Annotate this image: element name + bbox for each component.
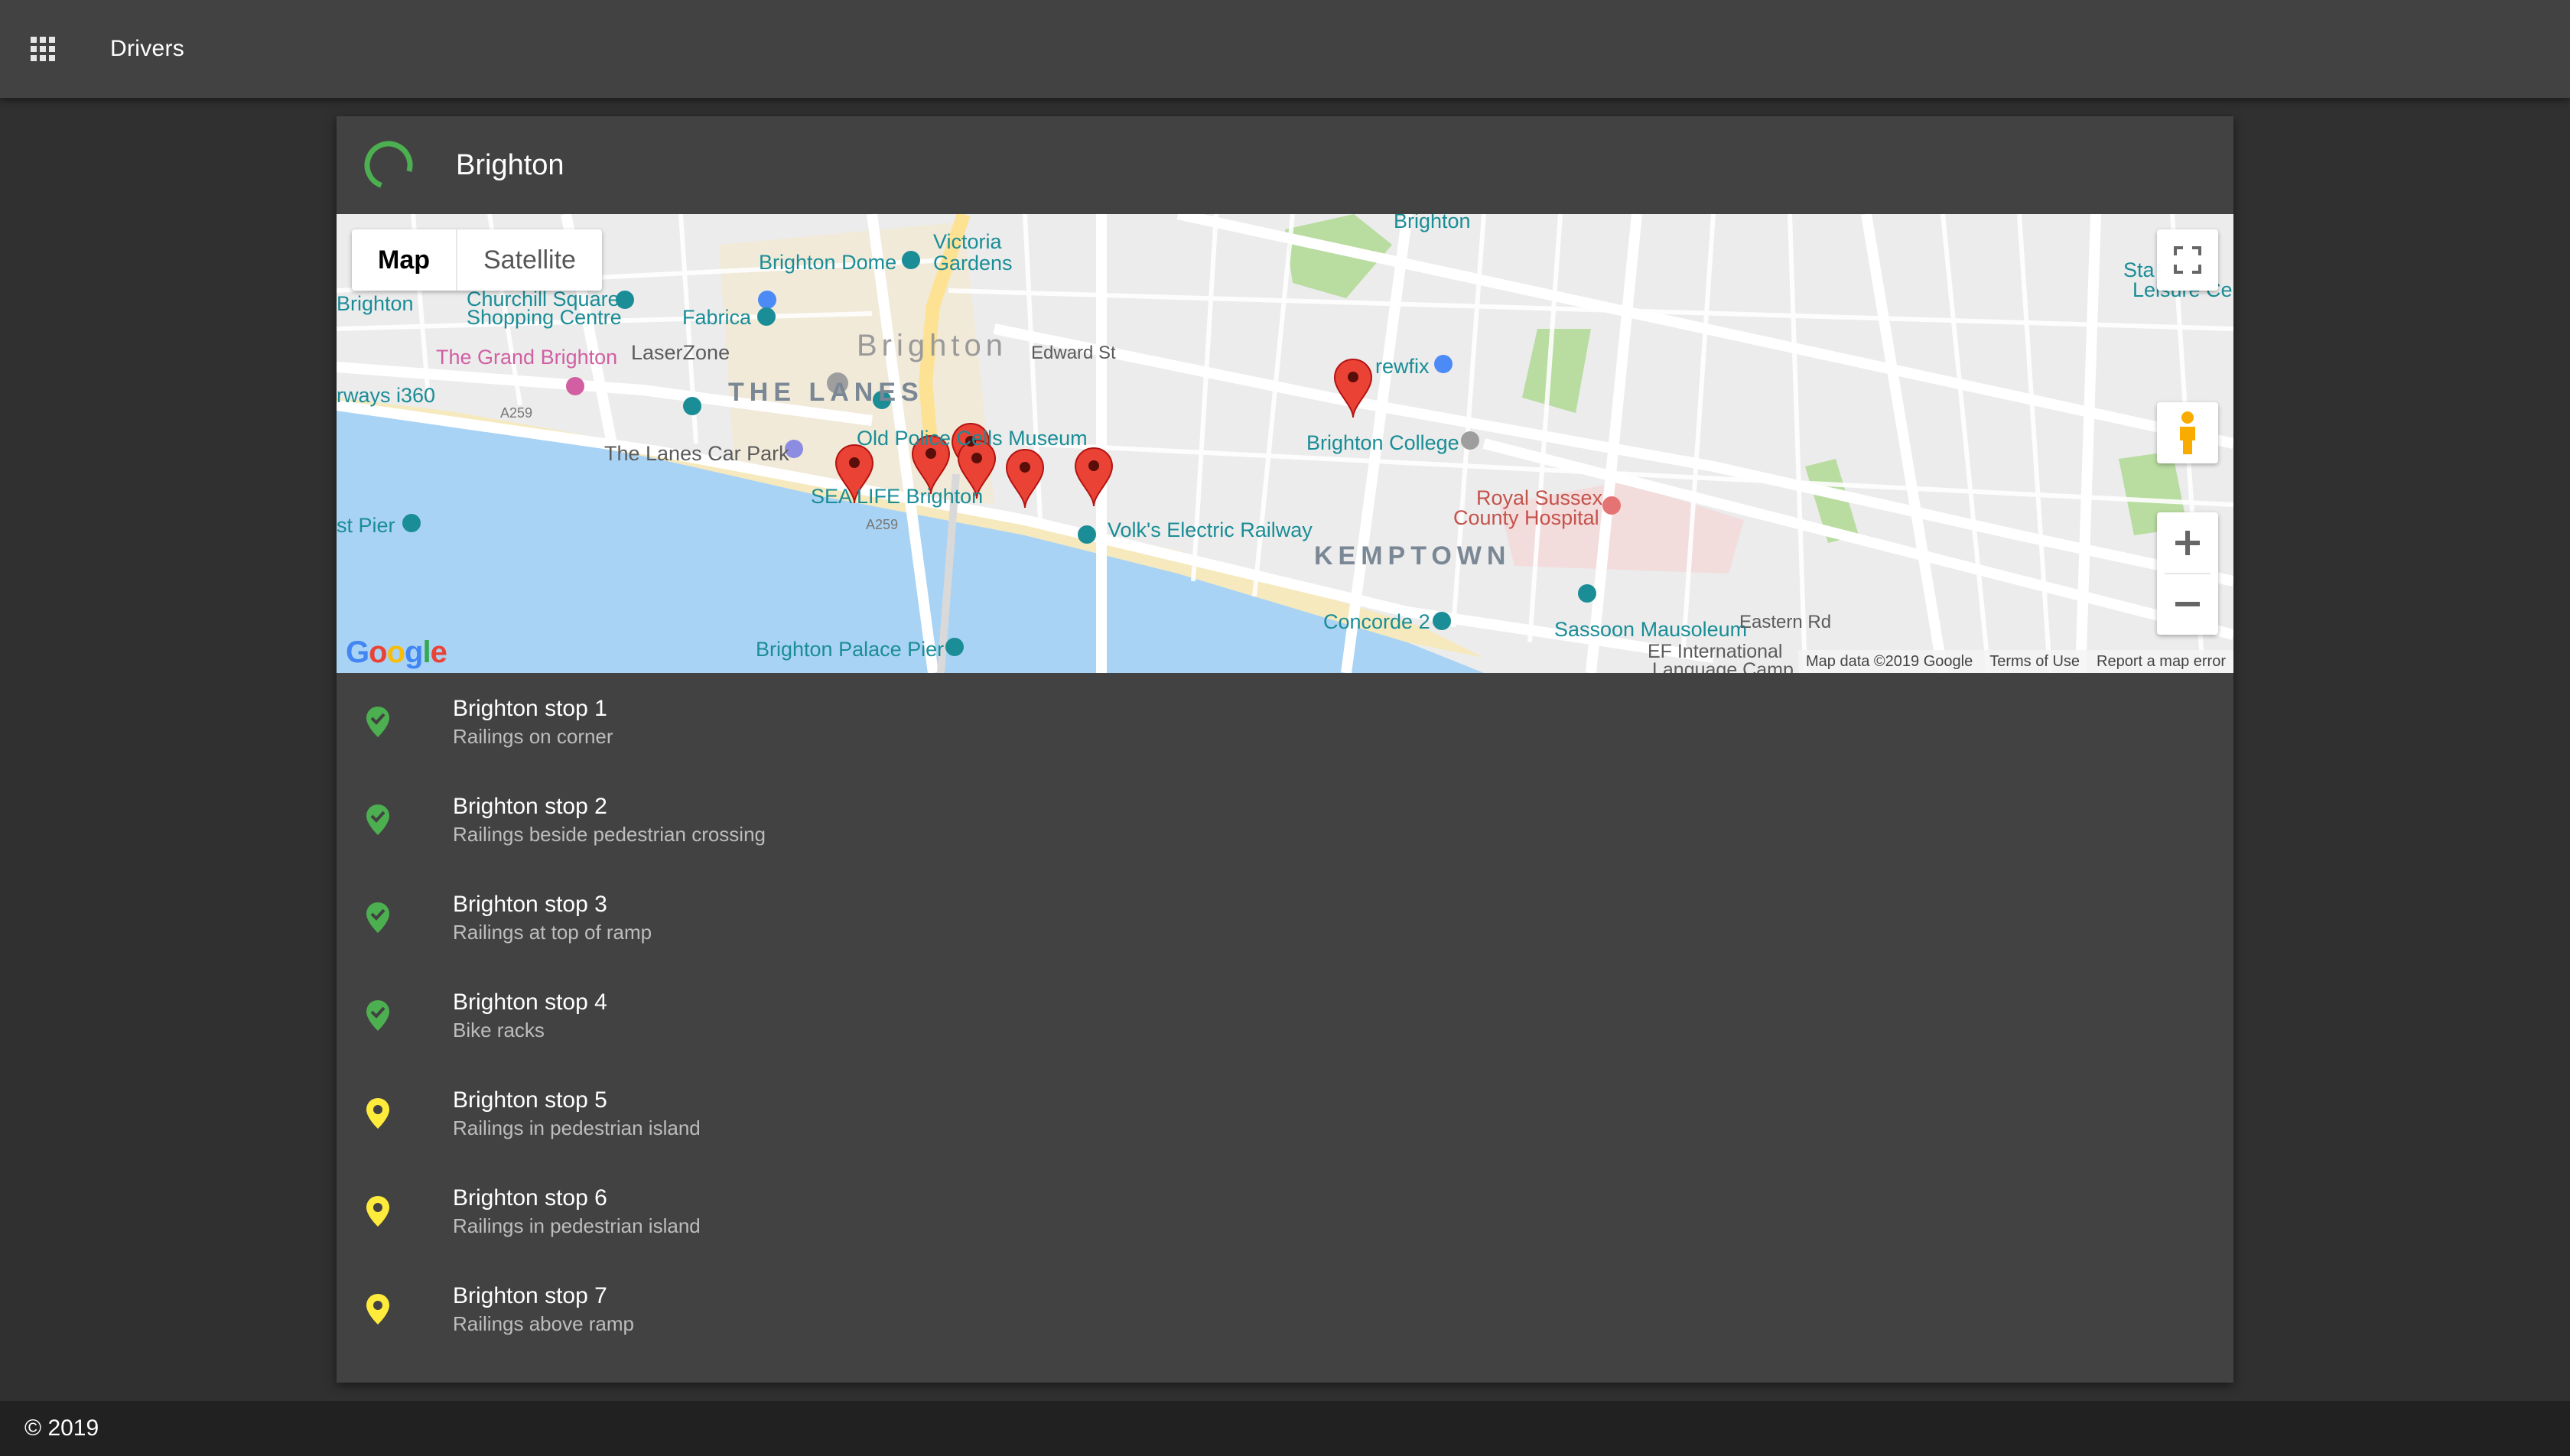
stop-name: Brighton stop 2 (453, 794, 607, 819)
stop-description: Railings at top of ramp (453, 921, 652, 944)
map-label: Brighton (857, 329, 1007, 362)
google-logo-letter: G (346, 635, 369, 669)
stop-name: Brighton stop 6 (453, 1185, 607, 1211)
stop-description: Railings above ramp (453, 1312, 635, 1335)
footer: © 2019 (0, 1401, 2570, 1456)
minus-icon (2175, 602, 2200, 607)
map-label: Brighton (337, 292, 414, 315)
map-label: The Lanes Car Park (604, 442, 789, 465)
plus-icon (2175, 530, 2200, 555)
list-item[interactable]: Brighton stop 1 Railings on corner (337, 673, 2233, 771)
list-item[interactable]: Brighton stop 5 Railings in pedestrian i… (337, 1064, 2233, 1162)
stop-description: Railings on corner (453, 725, 613, 748)
route-card: Brighton Brighton THE LANES KEMPTOWN Bri… (337, 116, 2233, 1383)
map-label: SEA LIFE Brighton (811, 485, 984, 508)
check-location-icon (361, 801, 395, 838)
map-label: Sassoon Mausoleum (1554, 618, 1748, 641)
zoom-control (2157, 512, 2218, 635)
stop-description: Railings in pedestrian island (453, 1116, 701, 1139)
google-logo: Google (346, 635, 447, 669)
map-label: The Grand Brighton (436, 346, 618, 369)
map-attribution: Map data ©2019 Google Terms of Use Repor… (1797, 650, 2233, 673)
map-label: Edward St (1031, 343, 1116, 363)
list-item[interactable]: Brighton stop 4 Bike racks (337, 967, 2233, 1064)
stops-list: Brighton stop 1 Railings on corner Brigh… (337, 673, 2233, 1358)
apps-grid-icon[interactable] (0, 0, 86, 98)
list-item[interactable]: Brighton stop 7 Railings above ramp (337, 1260, 2233, 1358)
terms-of-use-link[interactable]: Terms of Use (1989, 653, 2080, 671)
progress-spinner-icon (364, 141, 413, 190)
copyright-text: © 2019 (24, 1415, 99, 1441)
map-label: Brighton (1394, 214, 1471, 232)
stop-name: Brighton stop 4 (453, 990, 607, 1015)
map-label: LaserZone (631, 341, 730, 364)
map-label: A259 (500, 405, 533, 421)
map-label: THE LANES (728, 378, 924, 407)
pegman-icon (2180, 411, 2195, 454)
map-label: A259 (866, 517, 899, 532)
street-view-pegman-button[interactable] (2157, 402, 2218, 463)
map-label: Shopping Centre (467, 306, 622, 329)
map-type-map-button[interactable]: Map (352, 229, 457, 291)
check-location-icon (361, 704, 395, 740)
map-label: st Pier (337, 514, 395, 537)
map-label: Language Camp (1652, 659, 1794, 673)
list-item[interactable]: Brighton stop 3 Railings at top of ramp (337, 869, 2233, 967)
map-label: County Hospital (1453, 506, 1599, 529)
map-label: Brighton College (1306, 431, 1459, 454)
map-label: Fabrica (682, 306, 752, 329)
stop-description: Railings beside pedestrian crossing (453, 823, 766, 846)
stop-name: Brighton stop 5 (453, 1087, 607, 1113)
map-label: Volk's Electric Railway (1108, 518, 1313, 541)
fullscreen-icon (2174, 246, 2201, 274)
map-label: rways i360 (337, 384, 436, 407)
card-title: Brighton (456, 148, 564, 181)
location-pin-icon (361, 1095, 395, 1132)
card-header: Brighton (337, 116, 2233, 214)
zoom-in-button[interactable] (2157, 512, 2218, 573)
map-data-text: Map data ©2019 Google (1805, 652, 1973, 670)
map-type-control: Map Satellite (352, 229, 602, 291)
list-item[interactable]: Brighton stop 2 Railings beside pedestri… (337, 771, 2233, 869)
map[interactable]: Brighton THE LANES KEMPTOWN Brighton Dom… (337, 214, 2233, 673)
fullscreen-button[interactable] (2157, 229, 2218, 291)
app-bar: Drivers (0, 0, 2570, 98)
stop-description: Bike racks (453, 1019, 545, 1042)
check-location-icon (361, 899, 395, 936)
zoom-out-button[interactable] (2157, 574, 2218, 635)
check-location-icon (361, 997, 395, 1034)
map-label: rewfix (1375, 355, 1430, 378)
stop-description: Railings in pedestrian island (453, 1214, 701, 1237)
app-title: Drivers (110, 36, 185, 61)
map-label: KEMPTOWN (1314, 541, 1511, 570)
list-item[interactable]: Brighton stop 6 Railings in pedestrian i… (337, 1162, 2233, 1260)
location-pin-icon (361, 1291, 395, 1328)
stop-name: Brighton stop 3 (453, 892, 607, 917)
map-type-satellite-button[interactable]: Satellite (457, 229, 602, 291)
map-label: Concorde 2 (1323, 610, 1430, 633)
location-pin-icon (361, 1193, 395, 1230)
stop-name: Brighton stop 7 (453, 1283, 607, 1308)
map-label: Brighton Palace Pier (756, 638, 945, 661)
stop-name: Brighton stop 1 (453, 696, 607, 721)
map-label: Victoria Gardens (933, 230, 1013, 275)
map-label: Eastern Rd (1739, 612, 1832, 632)
map-label: Brighton Dome (759, 251, 897, 274)
report-map-error-link[interactable]: Report a map error (2097, 653, 2226, 671)
map-label: Old Police Cells Museum (857, 427, 1088, 450)
